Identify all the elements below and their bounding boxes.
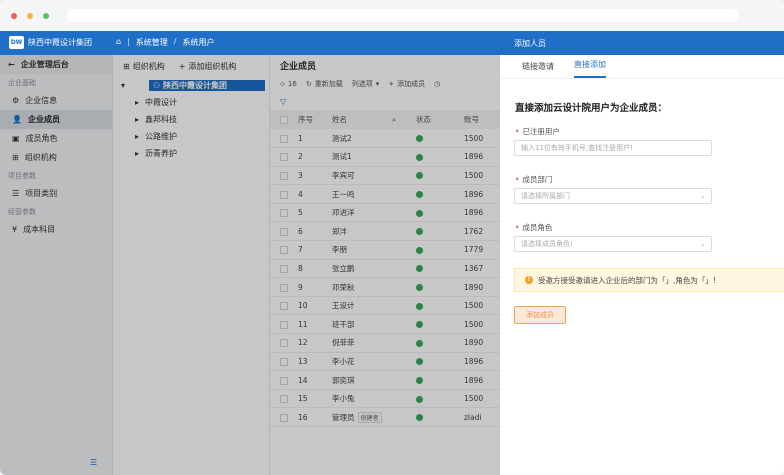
- required-mark: •: [515, 175, 520, 184]
- logo: DW: [9, 36, 24, 49]
- home-icon[interactable]: ⌂: [116, 37, 121, 48]
- close-dot-icon[interactable]: [11, 13, 17, 19]
- breadcrumb-item-users[interactable]: 系统用户: [182, 37, 214, 48]
- drawer-title: 添加人员: [500, 31, 784, 55]
- chevron-down-icon: ⌄: [700, 192, 706, 200]
- chevron-down-icon: ⌄: [700, 240, 706, 248]
- breadcrumb-separator: /: [173, 37, 177, 46]
- drawer-tabs: 链接邀请 直接添加: [500, 55, 784, 79]
- warning-icon: !: [525, 276, 533, 284]
- select-placeholder: 请选择成员角色!: [521, 240, 573, 248]
- browser-chrome: [0, 0, 784, 31]
- modal-overlay[interactable]: [0, 55, 500, 475]
- address-bar[interactable]: [68, 9, 738, 22]
- minimize-dot-icon[interactable]: [27, 13, 33, 19]
- breadcrumb: ⌂ | 系统管理 / 系统用户: [116, 37, 214, 48]
- app-window: DW 陕西中霞设计集团 ⌂ | 系统管理 / 系统用户 ← 企业管理后台 企业基…: [0, 0, 784, 475]
- field-label-user: • 已注册用户: [515, 126, 560, 137]
- breadcrumb-item-system[interactable]: 系统管理: [136, 37, 168, 48]
- submit-add-member-button[interactable]: 添加成员: [514, 306, 566, 324]
- field-label-text: 已注册用户: [522, 127, 560, 136]
- tab-direct-add[interactable]: 直接添加: [574, 59, 606, 78]
- department-select[interactable]: 请选择所属部门 ⌄: [514, 188, 712, 204]
- org-name: 陕西中霞设计集团: [28, 38, 92, 47]
- role-select[interactable]: 请选择成员角色! ⌄: [514, 236, 712, 252]
- required-mark: •: [515, 223, 520, 232]
- tab-link-invite[interactable]: 链接邀请: [522, 61, 554, 78]
- field-label-text: 成员部门: [522, 175, 553, 184]
- info-notice: ! 受邀方接受邀请进入企业后的部门为「」,角色为「」!: [514, 268, 784, 292]
- field-label-dept: • 成员部门: [515, 174, 552, 185]
- notice-text: 受邀方接受邀请进入企业后的部门为「」,角色为「」!: [538, 275, 716, 285]
- field-label-text: 成员角色: [522, 223, 553, 232]
- drawer-subtitle: 直接添加云设计院用户为企业成员：: [515, 103, 668, 114]
- required-mark: •: [515, 127, 520, 136]
- registered-user-input[interactable]: 输入11位有效手机号,查找注册用户!: [514, 140, 712, 156]
- select-placeholder: 请选择所属部门: [521, 192, 570, 200]
- breadcrumb-separator: |: [127, 37, 130, 46]
- maximize-dot-icon[interactable]: [43, 13, 49, 19]
- add-member-drawer: 添加人员 链接邀请 直接添加 直接添加云设计院用户为企业成员： • 已注册用户 输…: [500, 31, 784, 475]
- input-placeholder: 输入11位有效手机号,查找注册用户!: [521, 144, 633, 152]
- field-label-role: • 成员角色: [515, 222, 552, 233]
